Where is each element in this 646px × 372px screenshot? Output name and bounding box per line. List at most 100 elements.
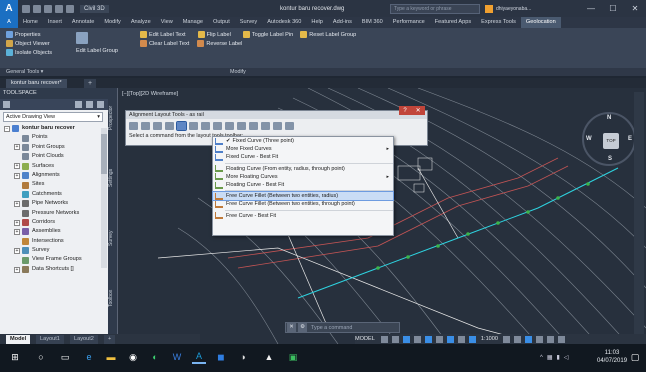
taskbar-clock[interactable]: 11:03 04/07/2019 xyxy=(597,349,627,365)
menu-item[interactable]: Fixed Curve - Best Fit xyxy=(213,153,393,161)
annotation-icon[interactable] xyxy=(468,335,476,343)
photos-icon[interactable]: ▲ xyxy=(262,350,276,364)
tab-home[interactable]: Home xyxy=(18,17,43,28)
maximize-button[interactable]: ☐ xyxy=(602,0,624,17)
workspace-icon[interactable] xyxy=(503,335,511,343)
chevron-up-icon[interactable]: ^ xyxy=(540,355,543,361)
menu-item[interactable]: Floating Curve - Best Fit xyxy=(213,181,393,189)
expand-icon[interactable]: + xyxy=(14,228,20,235)
command-line[interactable]: ✕ ⚙ Type a command xyxy=(285,322,400,333)
file-explorer-icon[interactable]: ▬ xyxy=(104,350,118,364)
redo-icon[interactable] xyxy=(66,4,74,13)
toolspace-tool-icon[interactable] xyxy=(86,101,93,108)
menu-item[interactable]: More Fixed Curves ▸ xyxy=(213,145,393,153)
notification-icon[interactable]: ▢ xyxy=(628,350,642,364)
flip-label-button[interactable]: Flip Label xyxy=(207,32,231,38)
search-input[interactable]: Type a keyword or phrase xyxy=(390,3,480,14)
menu-item[interactable]: ✔ Fixed Curve (Three point) xyxy=(213,137,393,145)
redo-icon[interactable] xyxy=(285,121,294,130)
compass-south[interactable]: S xyxy=(608,156,612,162)
side-tab-survey[interactable]: Survey xyxy=(108,208,117,268)
toolspace-tool-icon[interactable] xyxy=(3,101,10,108)
undo-icon[interactable] xyxy=(55,4,63,13)
network-icon[interactable]: ▦ xyxy=(547,354,553,361)
plus-icon[interactable] xyxy=(514,335,522,343)
toolspace-tool-icon[interactable] xyxy=(75,101,82,108)
minimize-button[interactable]: — xyxy=(580,0,602,17)
tab-modify[interactable]: Modify xyxy=(99,17,125,28)
document-tab[interactable]: kontur baru recover* xyxy=(6,79,67,88)
side-tab-prospector[interactable]: Prospector xyxy=(108,88,117,148)
expand-icon[interactable]: + xyxy=(14,200,20,207)
battery-icon[interactable]: ▮ xyxy=(557,354,560,361)
tab-autodesk-360[interactable]: Autodesk 360 xyxy=(262,17,306,28)
autocad-taskbar-icon[interactable]: A xyxy=(192,350,206,364)
lineweight-icon[interactable] xyxy=(446,335,454,343)
expand-icon[interactable]: + xyxy=(14,266,20,273)
annotation-scale[interactable]: 1:1000 xyxy=(481,336,498,342)
tab-view[interactable]: View xyxy=(156,17,178,28)
expand-icon[interactable]: + xyxy=(14,144,20,151)
edit-label-group-button[interactable]: Edit Label Group xyxy=(76,30,118,55)
grid-view-icon[interactable] xyxy=(249,121,258,130)
edit-icon[interactable] xyxy=(237,121,246,130)
tab-model[interactable]: Model xyxy=(6,335,31,344)
edit-label-text-button[interactable]: Edit Label Text xyxy=(149,32,186,38)
tab-annotate[interactable]: Annotate xyxy=(67,17,99,28)
spiral-curve-tool-icon[interactable] xyxy=(201,121,210,130)
undo-icon[interactable] xyxy=(273,121,282,130)
transparency-icon[interactable] xyxy=(457,335,465,343)
reverse-label-button[interactable]: Reverse Label xyxy=(206,41,242,47)
snap-icon[interactable] xyxy=(391,335,399,343)
menu-item[interactable]: Floating Curve (From entity, radius, thr… xyxy=(213,165,393,173)
volume-icon[interactable]: ◁ xyxy=(564,354,569,361)
polar-icon[interactable] xyxy=(413,335,421,343)
expand-icon[interactable]: + xyxy=(14,247,20,254)
windows-start-icon[interactable]: ⊞ xyxy=(8,350,22,364)
compass-north[interactable]: N xyxy=(607,115,611,121)
workspace-selector[interactable]: Civil 3D xyxy=(80,4,109,13)
customize-icon[interactable] xyxy=(558,335,566,343)
tangent-tool-icon[interactable] xyxy=(129,121,138,130)
clear-label-text-button[interactable]: Clear Label Text xyxy=(149,41,189,47)
user-signin[interactable]: dhiyaeyonaba... xyxy=(485,4,531,13)
save-icon[interactable] xyxy=(44,4,52,13)
tab-manage[interactable]: Manage xyxy=(178,17,208,28)
reverse-icon[interactable] xyxy=(213,121,222,130)
autocad-logo-icon[interactable]: A xyxy=(0,0,18,17)
menu-item[interactable]: More Floating Curves ▸ xyxy=(213,173,393,181)
object-viewer-button[interactable]: Object Viewer xyxy=(6,39,52,48)
curve-tool-icon[interactable] xyxy=(176,120,187,131)
help-icon[interactable]: ? xyxy=(403,108,406,114)
expand-icon[interactable]: + xyxy=(14,219,20,226)
tab-survey[interactable]: Survey xyxy=(235,17,262,28)
otrack-icon[interactable] xyxy=(435,335,443,343)
collapse-icon[interactable]: − xyxy=(4,125,10,132)
properties-button[interactable]: Properties xyxy=(6,30,52,39)
osnap-icon[interactable] xyxy=(424,335,432,343)
tab-featured-apps[interactable]: Featured Apps xyxy=(430,17,476,28)
reset-label-group-button[interactable]: Reset Label Group xyxy=(309,32,356,38)
viewport-controls[interactable]: [−][Top][2D Wireframe] xyxy=(122,91,178,97)
pi-tool-icon[interactable] xyxy=(141,121,150,130)
drawing-view-selector[interactable]: Active Drawing View ▾ xyxy=(3,112,103,122)
isolate-objects-button[interactable]: Isolate Objects xyxy=(6,48,52,57)
close-icon[interactable]: ✕ xyxy=(287,323,296,332)
sub-entity-icon[interactable] xyxy=(261,121,270,130)
tab-geolocation[interactable]: Geolocation xyxy=(520,17,561,28)
store-icon[interactable]: ◉ xyxy=(126,350,140,364)
new-icon[interactable] xyxy=(22,4,30,13)
command-input[interactable]: Type a command xyxy=(311,325,352,331)
tab-bim-360[interactable]: BIM 360 xyxy=(357,17,388,28)
close-icon[interactable]: ✕ xyxy=(416,107,421,114)
tab-help[interactable]: Help xyxy=(306,17,328,28)
isolate-icon[interactable] xyxy=(525,335,533,343)
tab-express-tools[interactable]: Express Tools xyxy=(476,17,521,28)
ortho-icon[interactable] xyxy=(402,335,410,343)
toggle-label-pin-button[interactable]: Toggle Label Pin xyxy=(252,32,293,38)
model-space-toggle[interactable]: MODEL xyxy=(355,336,375,342)
delete-icon[interactable] xyxy=(225,121,234,130)
new-tab-button[interactable]: + xyxy=(84,79,96,88)
scroll-thumb[interactable] xyxy=(101,134,107,174)
compass-west[interactable]: W xyxy=(586,136,592,142)
